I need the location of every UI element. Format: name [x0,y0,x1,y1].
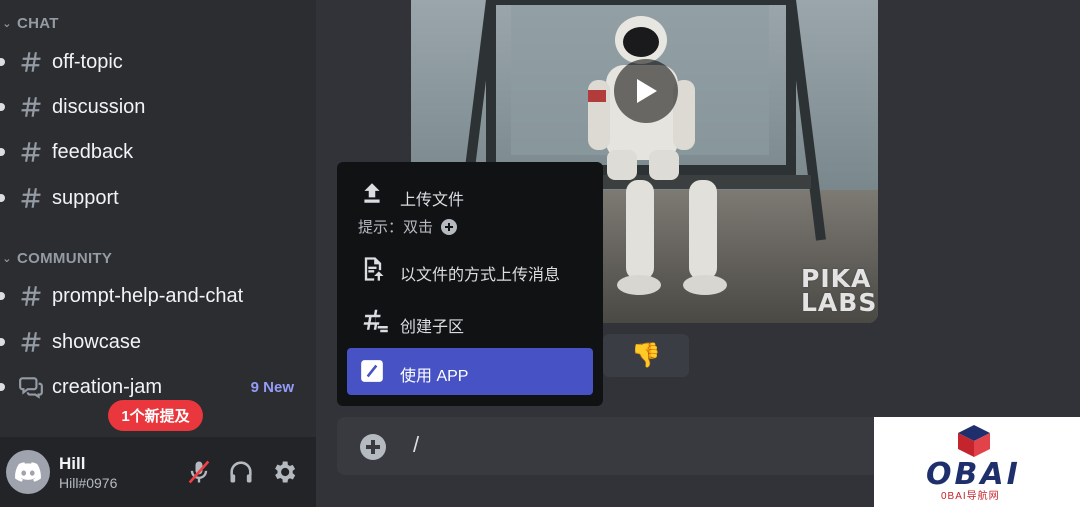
message-input[interactable]: / [413,432,419,458]
new-mentions-pill[interactable]: 1个新提及 [108,400,203,431]
menu-item-label: 创建子区 [400,319,465,336]
file-upload-icon [359,255,387,283]
category-label: CHAT [17,14,59,32]
mute-mic-button[interactable] [185,458,213,486]
chevron-down-icon: ⌄ [2,252,12,265]
user-tag: Hill#0976 [59,475,118,491]
channel-support[interactable]: support [0,178,316,218]
category-chat[interactable]: ⌄ CHAT [0,13,59,33]
double-click-hint: 提示：双击 [358,216,458,237]
unread-indicator [0,194,5,202]
text-channel-icon [18,49,44,75]
unread-indicator [0,292,5,300]
channel-name: support [52,186,119,209]
deafen-button[interactable] [227,458,255,486]
channel-prompt-help-and-chat[interactable]: prompt-help-and-chat [0,276,316,316]
category-label: COMMUNITY [17,249,113,267]
channel-off-topic[interactable]: off-topic [0,42,316,82]
slash-command-icon [359,358,385,384]
text-channel-icon [18,139,44,165]
new-posts-badge: 9 New [250,378,294,396]
unread-indicator [0,383,5,391]
menu-item-use-app[interactable]: 使用 APP [347,348,593,395]
avatar[interactable] [6,450,50,494]
user-settings-button[interactable] [270,458,298,486]
headphones-icon [230,461,252,483]
reaction-thumbs-down-button[interactable]: 👎 [603,334,689,377]
category-community[interactable]: ⌄ COMMUNITY [0,248,112,268]
gear-icon [275,461,296,483]
menu-item-create-thread[interactable]: 创建子区 [337,304,603,338]
upload-menu: 上传文件 提示：双击 以文件的方式上传消息 创建子区 使用 APP [337,162,603,406]
channel-discussion[interactable]: discussion [0,87,316,127]
user-panel: Hill Hill#0976 [0,437,316,507]
menu-item-upload-file[interactable]: 上传文件 [337,176,603,210]
upload-icon [359,180,387,208]
unread-indicator [0,148,5,156]
channel-name: discussion [52,95,146,118]
unread-indicator [0,338,5,346]
channel-name: off-topic [52,50,123,73]
unread-indicator [0,103,5,111]
menu-item-label: 以文件的方式上传消息 [400,267,561,284]
forum-channel-icon [18,374,44,400]
play-icon [637,79,657,103]
text-channel-icon [18,283,44,309]
add-attachment-button[interactable] [360,434,386,460]
mic-muted-icon [188,460,210,484]
channel-feedback[interactable]: feedback [0,132,316,172]
logo-subtext: 0BAI导航网 [941,491,1000,502]
menu-item-label: 上传文件 [400,192,465,209]
channel-name: feedback [52,140,134,163]
hint-text: 提示：双击 [358,219,434,236]
obai-logo: OBAI 0BAI导航网 [874,417,1080,507]
cube-logo-icon [958,425,990,457]
text-channel-icon [18,185,44,211]
plus-circle-icon [441,218,458,235]
play-button[interactable] [614,59,678,123]
channel-name: creation-jam [52,375,163,398]
channel-sidebar: ⌄ CHAT off-topic discussion feedback sup… [0,0,316,507]
discord-logo-icon [15,462,41,482]
menu-item-upload-as-file[interactable]: 以文件的方式上传消息 [337,252,603,286]
menu-item-label: 使用 APP [400,368,469,385]
pika-labs-watermark: PIKA LABS [801,264,878,317]
chevron-down-icon: ⌄ [2,17,12,30]
message-composer[interactable]: / [337,417,897,475]
channel-name: showcase [52,330,141,353]
channel-name: prompt-help-and-chat [52,284,244,307]
text-channel-icon [18,94,44,120]
unread-indicator [0,58,5,66]
thread-icon [359,306,388,334]
text-channel-icon [18,329,44,355]
channel-showcase[interactable]: showcase [0,322,316,362]
thumbs-down-icon: 👎 [631,342,661,369]
username: Hill [59,454,86,473]
